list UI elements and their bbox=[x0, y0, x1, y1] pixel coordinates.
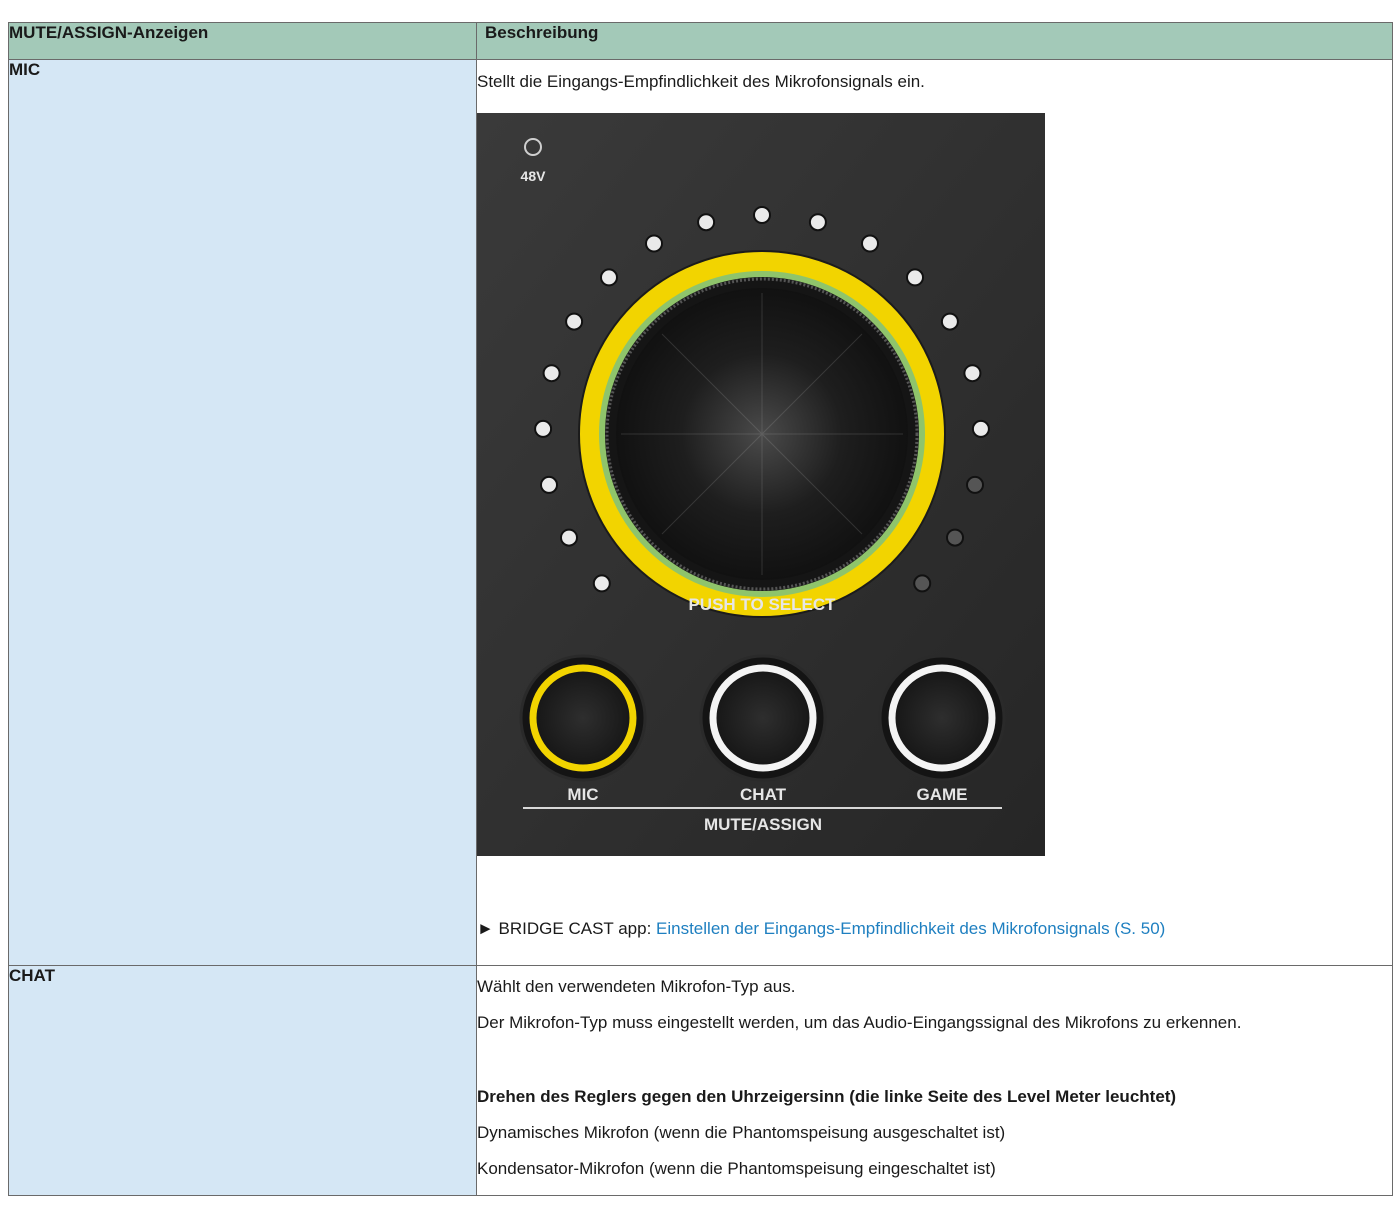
chat-subheading: Drehen des Reglers gegen den Uhrzeigersi… bbox=[477, 1087, 1177, 1106]
level-led bbox=[946, 528, 964, 547]
chat-paragraph-2: Der Mikrofon-Typ muss eingestellt werden… bbox=[477, 1013, 1242, 1032]
mic-intro-text: Stellt die Eingangs-Empfindlichkeit des … bbox=[477, 72, 925, 91]
reference-prefix: ► BRIDGE CAST app: bbox=[477, 919, 657, 938]
level-led bbox=[971, 419, 990, 438]
level-led bbox=[645, 234, 663, 253]
level-led bbox=[906, 268, 924, 287]
level-led bbox=[600, 268, 618, 287]
reference-link[interactable]: Einstellen der Eingangs-Empfindlichkeit … bbox=[656, 919, 1165, 938]
level-led bbox=[542, 364, 561, 383]
level-led bbox=[753, 206, 771, 224]
level-led bbox=[534, 419, 553, 438]
level-led bbox=[540, 475, 558, 494]
chat-mute-button[interactable] bbox=[699, 654, 827, 782]
mic-reference-line: ► BRIDGE CAST app: Einstellen der Eingan… bbox=[477, 918, 1392, 940]
device-panel-svg: 48V PUSH TO SELECT MIC CHAT GAME MUTE/AS… bbox=[477, 113, 1045, 856]
level-led bbox=[565, 312, 584, 331]
level-led bbox=[861, 234, 879, 253]
row-label-chat: CHAT bbox=[8, 965, 477, 1196]
mic-button-label: MIC bbox=[567, 785, 598, 804]
level-led bbox=[592, 574, 611, 593]
mute-assign-label: MUTE/ASSIGN bbox=[704, 815, 822, 834]
chat-item-dynamic: Dynamisches Mikrofon (wenn die Phantomsp… bbox=[477, 1123, 1006, 1142]
table-header-row: MUTE/ASSIGN-Anzeigen Beschreibung bbox=[8, 22, 1393, 60]
table-row-mic: MIC Stellt die Eingangs-Empfindlichkeit … bbox=[8, 59, 1393, 966]
game-mute-button[interactable] bbox=[878, 654, 1006, 782]
push-to-select-label: PUSH TO SELECT bbox=[688, 595, 836, 614]
phantom-power-label: 48V bbox=[521, 168, 547, 184]
game-button-label: GAME bbox=[917, 785, 968, 804]
table-row-chat: CHAT Wählt den verwendeten Mikrofon-Typ … bbox=[8, 965, 1393, 1196]
level-led bbox=[560, 528, 578, 547]
chat-button-label: CHAT bbox=[740, 785, 787, 804]
level-led bbox=[966, 475, 984, 494]
knob-texture bbox=[621, 293, 903, 575]
chat-item-condenser: Kondensator-Mikrofon (wenn die Phantomsp… bbox=[477, 1159, 996, 1178]
level-led bbox=[940, 312, 959, 331]
column-header-description: Beschreibung bbox=[476, 22, 1393, 60]
level-led bbox=[697, 213, 716, 232]
row-description-chat: Wählt den verwendeten Mikrofon-Typ aus. … bbox=[476, 965, 1393, 1196]
description-table: MUTE/ASSIGN-Anzeigen Beschreibung MIC St… bbox=[8, 22, 1393, 1196]
level-led bbox=[963, 364, 982, 383]
mic-mute-button[interactable] bbox=[519, 654, 647, 782]
level-led bbox=[808, 213, 827, 232]
column-header-indicators: MUTE/ASSIGN-Anzeigen bbox=[8, 22, 477, 60]
level-led bbox=[913, 574, 932, 593]
device-panel-image: 48V PUSH TO SELECT MIC CHAT GAME MUTE/AS… bbox=[477, 113, 1045, 856]
row-description-mic: Stellt die Eingangs-Empfindlichkeit des … bbox=[476, 59, 1393, 966]
chat-paragraph-1: Wählt den verwendeten Mikrofon-Typ aus. bbox=[477, 977, 796, 996]
row-label-mic: MIC bbox=[8, 59, 477, 966]
